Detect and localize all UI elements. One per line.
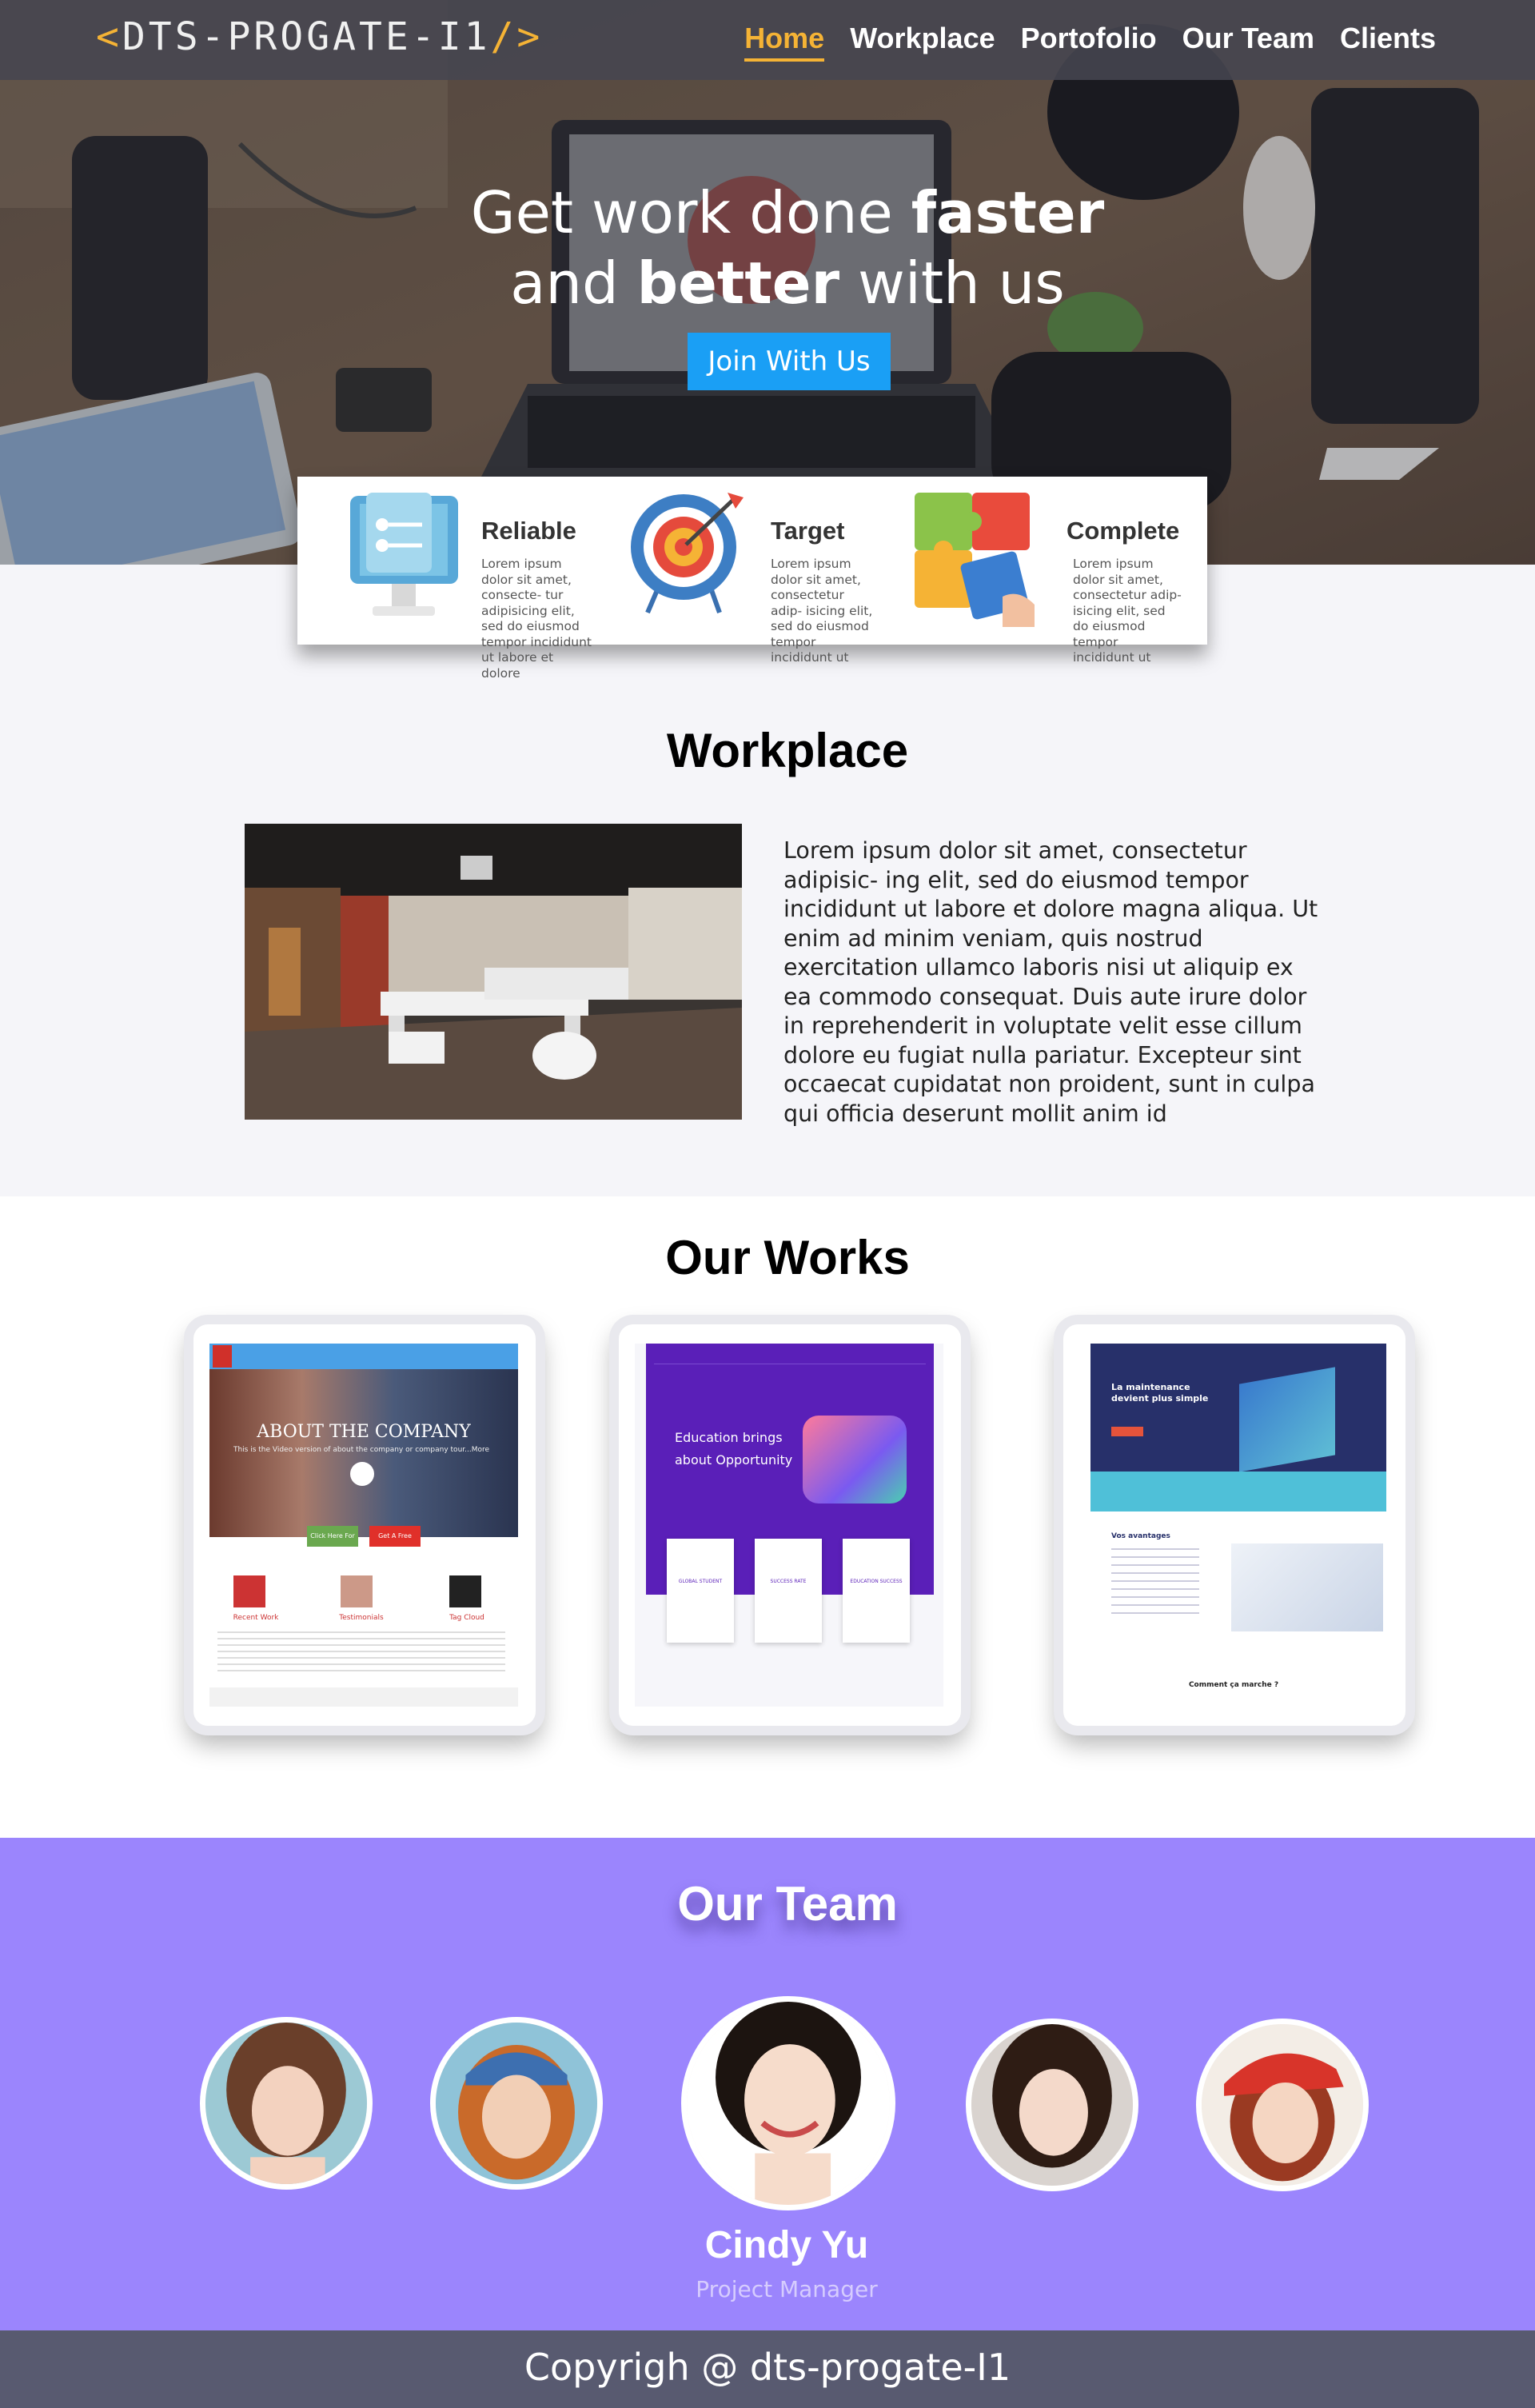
work-card-3[interactable]: La maintenance devient plus simple Vos a… — [1063, 1324, 1405, 1726]
puzzle-icon — [915, 493, 1035, 627]
mock-stat-label: EDUCATION SUCCESS — [850, 1579, 903, 1584]
monitor-icon — [350, 493, 458, 616]
mock-col-label: Tag Cloud — [449, 1614, 484, 1622]
mock-subtext: This is the Video version of about the c… — [233, 1446, 490, 1454]
team-avatar-2[interactable] — [430, 2017, 603, 2190]
avatar — [205, 2023, 367, 2184]
hero-line2-text-a: and — [510, 250, 637, 317]
join-with-us-button[interactable]: Join With Us — [688, 333, 891, 390]
nav-item-workplace[interactable]: Workplace — [850, 22, 995, 62]
mock-col-label: Testimonials — [339, 1614, 384, 1622]
footer: Copyrigh @ dts-progate-I1 — [0, 2330, 1535, 2408]
hero-headline: Get work done faster and better with us — [0, 178, 1535, 318]
mock-thumb — [341, 1575, 373, 1607]
mock-stat-card: GLOBAL STUDENT — [667, 1539, 734, 1643]
mock-logo — [213, 1345, 232, 1368]
nav-item-portofolio[interactable]: Portofolio — [1021, 22, 1157, 62]
our-team-title: Our Team — [677, 1877, 898, 1931]
nav-item-clients[interactable]: Clients — [1340, 22, 1436, 62]
hero-line2-bold: better — [636, 250, 840, 317]
mock-illustration — [803, 1416, 907, 1504]
mock-stat-card: EDUCATION SUCCESS — [843, 1539, 910, 1643]
workplace-photo — [245, 824, 742, 1120]
mock-illustration — [1239, 1367, 1335, 1472]
mock-navbar — [654, 1352, 926, 1364]
team-avatar-1[interactable] — [200, 2017, 373, 2190]
mock-thumb — [449, 1575, 481, 1607]
mock-cta — [1111, 1427, 1143, 1436]
feature-complete: Complete Lorem ipsum dolor sit amet, con… — [915, 493, 1202, 665]
mock-headline: Education brings about Opportunity — [675, 1430, 793, 1468]
hero-line1-text: Get work done — [470, 179, 911, 246]
mock-screenshot — [1231, 1543, 1383, 1631]
team-avatar-5[interactable] — [1196, 2019, 1369, 2191]
mock-headline: La maintenance devient plus simple — [1111, 1382, 1209, 1404]
workplace-title: Workplace — [666, 724, 909, 777]
team-avatar-3-featured[interactable] — [681, 1996, 895, 2210]
featured-member-role: Project Manager — [696, 2276, 878, 2302]
logo-text: DTS-PROGATE-I1 — [122, 14, 491, 59]
work-card-2[interactable]: Education brings about Opportunity GLOBA… — [619, 1324, 961, 1726]
workplace-description: Lorem ipsum dolor sit amet, consectetur … — [783, 837, 1318, 1127]
featured-member-name: Cindy Yu — [704, 2224, 869, 2266]
avatar — [436, 2023, 597, 2184]
features-card: Reliable Lorem ipsum dolor sit amet, con… — [297, 477, 1207, 681]
mock-text-lines — [1111, 1548, 1199, 1620]
office-image — [245, 824, 742, 1120]
avatar — [1202, 2024, 1363, 2186]
mock-headline: ABOUT THE COMPANY — [257, 1422, 471, 1442]
nav-item-our-team[interactable]: Our Team — [1182, 22, 1314, 62]
feature-reliable: Reliable Lorem ipsum dolor sit amet, con… — [342, 493, 614, 681]
mock-chat-button: Click Here For Chat — [307, 1526, 358, 1560]
mock-stat-label: SUCCESS RATE — [770, 1579, 807, 1584]
target-icon — [631, 493, 744, 614]
nav-item-home[interactable]: Home — [744, 22, 825, 62]
mock-subheading: Vos avantages — [1111, 1532, 1170, 1540]
avatar — [687, 2002, 890, 2205]
mock-logo-strip — [1090, 1472, 1386, 1511]
mock-footer-text: Comment ça marche ? — [1188, 1681, 1279, 1689]
top-navbar: <DTS-PROGATE-I1/> Home Workplace Portofo… — [0, 0, 1535, 80]
mock-hero — [1090, 1344, 1386, 1472]
feature-title: Complete — [1067, 517, 1180, 545]
mock-stat-label: GLOBAL STUDENT — [678, 1579, 723, 1584]
logo-open-bracket: < — [96, 14, 122, 59]
feature-text: Lorem ipsum dolor sit amet, consectetur … — [771, 557, 873, 665]
feature-title: Reliable — [481, 517, 576, 545]
hero-line1-bold: faster — [911, 179, 1105, 246]
mock-footer — [209, 1687, 518, 1707]
nav-menu: Home Workplace Portofolio Our Team Clien… — [744, 22, 1436, 62]
copyright-text: Copyrigh @ dts-progate-I1 — [524, 2346, 1011, 2389]
logo-close-bracket: /> — [490, 14, 544, 59]
avatar — [971, 2024, 1133, 2186]
mock-quote-button: Get A Free Quote — [369, 1526, 421, 1560]
feature-text: Lorem ipsum dolor sit amet, consecte- tu… — [481, 557, 592, 681]
mock-navbar — [209, 1344, 518, 1369]
our-works-title: Our Works — [665, 1231, 910, 1284]
feature-text: Lorem ipsum dolor sit amet, consectetur … — [1073, 557, 1182, 665]
play-icon — [350, 1462, 374, 1486]
team-avatar-4[interactable] — [966, 2019, 1138, 2191]
mock-text-lines — [217, 1631, 505, 1671]
mock-col-label: Recent Work — [233, 1614, 279, 1622]
logo[interactable]: <DTS-PROGATE-I1/> — [96, 14, 543, 59]
feature-title: Target — [771, 517, 845, 545]
mock-stat-card: SUCCESS RATE — [755, 1539, 822, 1643]
hero-line2-text-b: with us — [839, 250, 1065, 317]
feature-target: Target Lorem ipsum dolor sit amet, conse… — [624, 493, 895, 665]
work-card-1[interactable]: ABOUT THE COMPANY This is the Video vers… — [193, 1324, 536, 1726]
mock-thumb — [233, 1575, 265, 1607]
